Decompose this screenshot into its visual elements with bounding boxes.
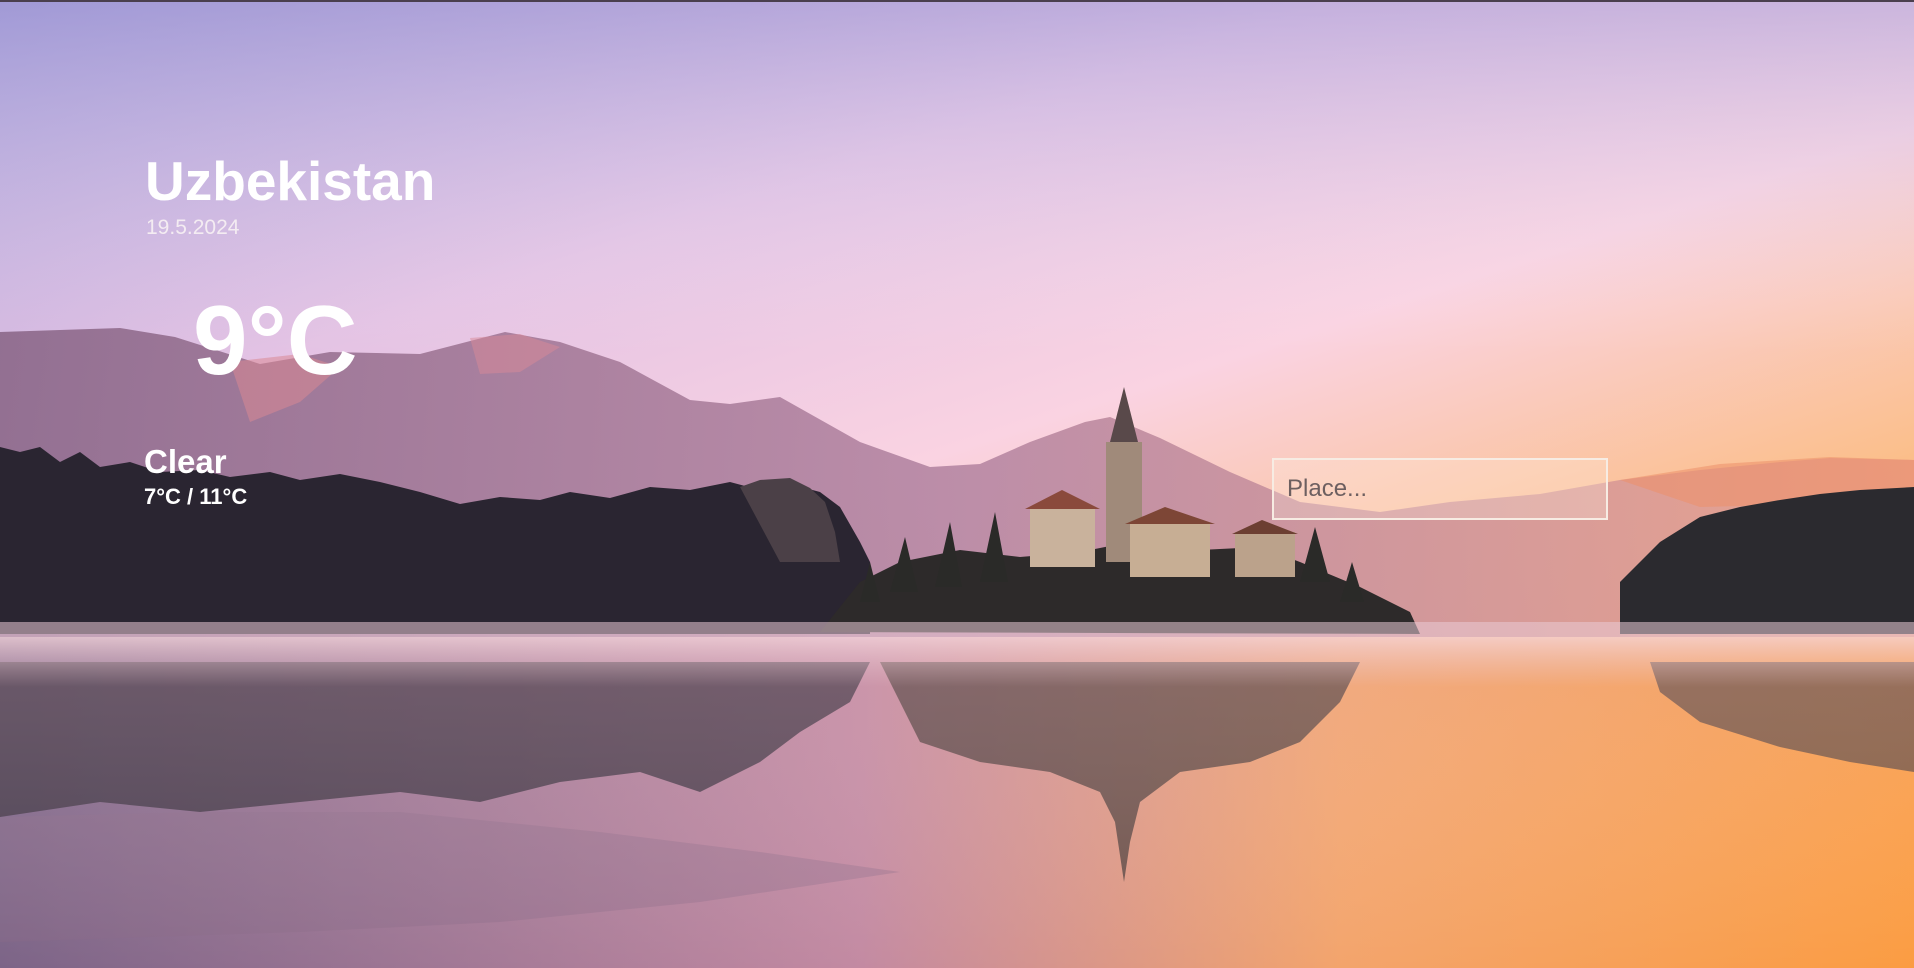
current-date: 19.5.2024	[146, 216, 240, 239]
current-temperature: 9°C	[193, 285, 358, 395]
place-search-input[interactable]	[1272, 458, 1608, 520]
temperature-range: 7°C / 11°C	[144, 484, 248, 509]
weather-condition: Clear	[144, 443, 227, 480]
background-landscape-image	[0, 2, 1914, 968]
weather-app: Uzbekistan 19.5.2024 9°C Clear 7°C / 11°…	[0, 0, 1914, 968]
location-title: Uzbekistan	[145, 150, 436, 212]
